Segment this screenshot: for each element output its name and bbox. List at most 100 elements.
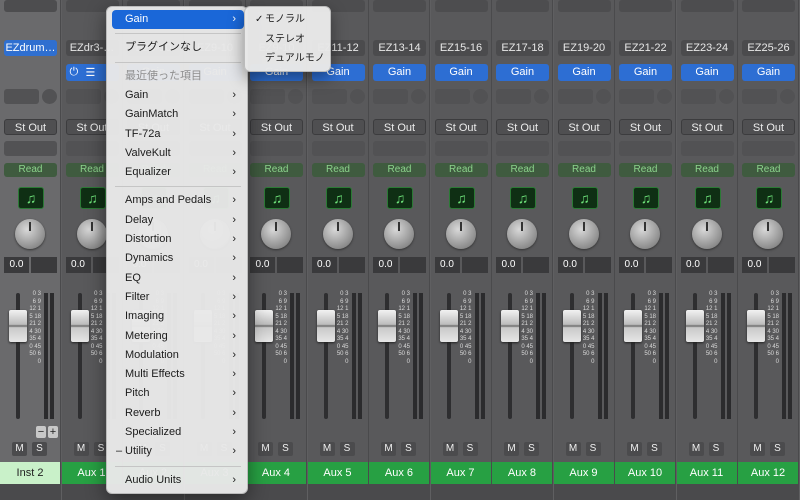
insert-slot[interactable] <box>780 89 795 104</box>
plugin-slot-gain[interactable]: Gain <box>742 64 795 81</box>
music-note-icon[interactable]: ♫ <box>79 187 106 209</box>
automation-read-button[interactable]: Read <box>619 163 672 177</box>
plugin-slot-gain[interactable]: Gain <box>434 64 488 81</box>
menu-item[interactable]: Multi Effects › <box>112 365 244 384</box>
insert-slot[interactable] <box>349 89 365 104</box>
music-note-icon[interactable]: ♫ <box>18 187 44 209</box>
input-button[interactable]: EZ23-24 <box>680 40 734 56</box>
group-slot[interactable] <box>619 141 672 156</box>
insert-slot[interactable] <box>718 89 734 104</box>
channel-name[interactable]: Aux 10 <box>615 462 675 484</box>
menu-item[interactable]: Gain › <box>112 10 244 29</box>
channel-name[interactable]: Aux 12 <box>738 462 798 484</box>
mute-button[interactable]: M <box>258 442 273 456</box>
automation-read-button[interactable]: Read <box>434 163 488 177</box>
insert-slot[interactable] <box>65 89 101 104</box>
input-button[interactable]: EZ15-16 <box>434 40 488 56</box>
group-slot[interactable] <box>250 141 303 156</box>
menu-item[interactable]: Equalizer › <box>112 163 244 182</box>
plugin-slot-gain[interactable]: Gain <box>557 64 611 81</box>
volume-fader[interactable] <box>255 310 273 342</box>
channel-name[interactable]: Inst 2 <box>0 462 60 484</box>
menu-item[interactable]: Amps and Pedals › <box>112 191 244 210</box>
music-note-icon[interactable]: ♫ <box>264 187 290 209</box>
solo-button[interactable]: S <box>647 442 662 456</box>
channel-name[interactable]: Aux 5 <box>307 462 368 484</box>
insert-slot[interactable] <box>534 89 549 104</box>
music-note-icon[interactable]: ♫ <box>756 187 782 209</box>
pan-knob[interactable] <box>322 219 353 249</box>
pan-knob[interactable] <box>445 219 476 249</box>
volume-fader[interactable] <box>624 310 642 342</box>
mute-button[interactable]: M <box>504 442 519 456</box>
group-slot[interactable] <box>373 141 426 156</box>
input-button[interactable]: EZ25-26 <box>742 40 795 56</box>
group-slot[interactable] <box>434 141 488 156</box>
volume-fader[interactable] <box>316 310 335 342</box>
volume-fader[interactable] <box>685 310 704 342</box>
remove-channel-button[interactable]: − <box>36 426 46 438</box>
channel-name[interactable]: Aux 7 <box>430 462 491 484</box>
menu-item[interactable]: Metering › <box>112 327 244 346</box>
group-slot[interactable] <box>311 141 365 156</box>
music-note-icon[interactable]: ♫ <box>325 187 352 209</box>
pan-knob[interactable] <box>261 219 291 249</box>
automation-read-button[interactable]: Read <box>311 163 365 177</box>
menu-item[interactable]: Gain › <box>112 86 244 105</box>
submenu-item[interactable]: デュアルモノ <box>249 50 327 68</box>
menu-item[interactable]: Distortion › <box>112 230 244 249</box>
insert-slot[interactable] <box>472 89 488 104</box>
input-button[interactable]: EZ19-20 <box>557 40 611 56</box>
output-button[interactable]: St Out <box>373 119 426 135</box>
plugin-slot-empty[interactable] <box>4 64 57 81</box>
output-button[interactable]: St Out <box>496 119 549 135</box>
pan-knob[interactable] <box>507 219 537 249</box>
music-note-icon[interactable]: ♫ <box>387 187 413 209</box>
channel-name[interactable]: Aux 6 <box>369 462 429 484</box>
automation-read-button[interactable]: Read <box>4 163 57 177</box>
solo-button[interactable]: S <box>585 442 601 456</box>
output-button[interactable]: St Out <box>742 119 795 135</box>
solo-button[interactable]: S <box>770 442 785 456</box>
plugin-slot-gain[interactable]: Gain <box>619 64 672 81</box>
menu-item[interactable]: Imaging › <box>112 307 244 326</box>
pan-knob[interactable] <box>76 219 107 249</box>
volume-fader[interactable] <box>70 310 89 342</box>
group-slot[interactable] <box>680 141 734 156</box>
menu-item[interactable]: Specialized › <box>112 423 244 442</box>
menu-item[interactable]: Modulation › <box>112 346 244 365</box>
channel-name[interactable]: Aux 9 <box>553 462 614 484</box>
solo-button[interactable]: S <box>708 442 724 456</box>
volume-fader[interactable] <box>439 310 458 342</box>
pan-knob[interactable] <box>691 219 722 249</box>
plugin-slot-gain[interactable]: Gain <box>680 64 734 81</box>
mute-button[interactable]: M <box>73 442 89 456</box>
insert-slot[interactable] <box>680 89 716 104</box>
mute-button[interactable]: M <box>442 442 458 456</box>
menu-item[interactable]: プラグインなし <box>112 38 244 57</box>
pan-knob[interactable] <box>384 219 414 249</box>
solo-button[interactable]: S <box>462 442 478 456</box>
output-button[interactable]: St Out <box>434 119 488 135</box>
menu-item[interactable]: GainMatch › <box>112 105 244 124</box>
menu-item[interactable]: TF-72a › <box>112 125 244 144</box>
automation-read-button[interactable]: Read <box>250 163 303 177</box>
power-icon[interactable]: ⏻ <box>70 66 79 79</box>
menu-item[interactable]: ValveKult › <box>112 144 244 163</box>
menu-item[interactable]: Filter › <box>112 288 244 307</box>
pan-knob[interactable] <box>15 219 45 249</box>
menu-item[interactable]: EQ › <box>112 269 244 288</box>
volume-fader[interactable] <box>747 310 765 342</box>
channel-name[interactable]: Aux 4 <box>246 462 306 484</box>
music-note-icon[interactable]: ♫ <box>448 187 475 209</box>
input-button[interactable]: EZ17-18 <box>496 40 549 56</box>
insert-slot[interactable] <box>657 89 672 104</box>
music-note-icon[interactable]: ♫ <box>633 187 659 209</box>
add-channel-button[interactable]: + <box>48 426 58 438</box>
menu-item[interactable]: Delay › <box>112 211 244 230</box>
channel-name[interactable]: Aux 8 <box>492 462 552 484</box>
mute-button[interactable]: M <box>688 442 704 456</box>
menu-item[interactable]: Pitch › <box>112 384 244 403</box>
group-slot[interactable] <box>496 141 549 156</box>
sliders-icon[interactable]: ☰ <box>86 66 96 79</box>
